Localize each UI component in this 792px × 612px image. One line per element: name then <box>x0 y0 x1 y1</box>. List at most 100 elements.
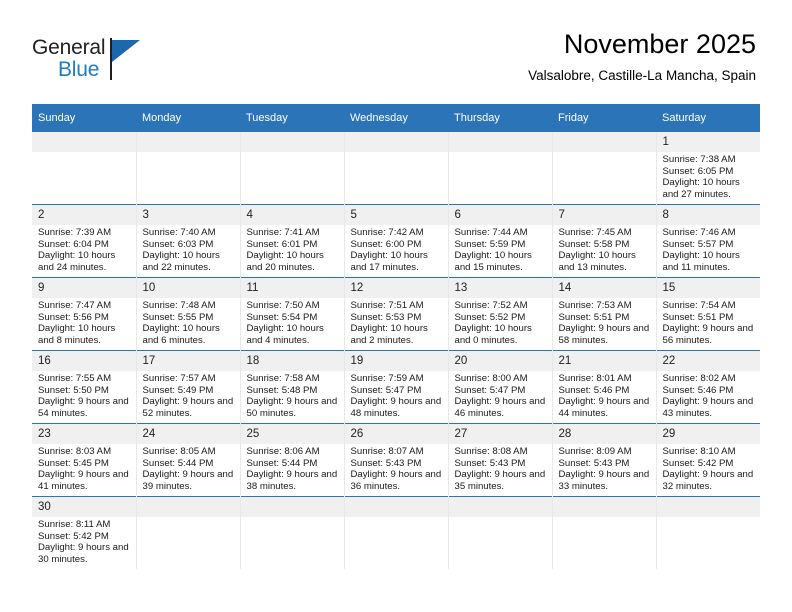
calendar-day-cell[interactable]: 18 Sunrise: 7:58 AM Sunset: 5:48 PM Dayligh… <box>240 350 345 424</box>
weekday-header-thursday: Thursday <box>448 104 552 132</box>
daylight-text: Daylight: 10 hours and 24 minutes. <box>38 250 116 273</box>
calendar-day-cell[interactable]: 17 Sunrise: 7:57 AM Sunset: 5:49 PM Dayligh… <box>136 350 241 424</box>
sunset-text: Sunset: 5:43 PM <box>454 457 526 469</box>
daylight-text: Daylight: 10 hours and 17 minutes. <box>350 250 428 273</box>
calendar-day-cell[interactable]: 19 Sunrise: 7:59 AM Sunset: 5:47 PM Dayligh… <box>344 350 449 424</box>
calendar-day-cell-empty <box>136 496 241 569</box>
calendar-day-cell[interactable]: 15 Sunrise: 7:54 AM Sunset: 5:51 PM Dayligh… <box>656 277 761 351</box>
weekday-header-saturday: Saturday <box>656 104 760 132</box>
calendar-day-cell-empty <box>656 496 760 569</box>
daylight-text: Daylight: 9 hours and 50 minutes. <box>246 396 338 419</box>
sunset-text: Sunset: 5:50 PM <box>38 384 109 396</box>
calendar-day-cell[interactable]: 14 Sunrise: 7:53 AM Sunset: 5:51 PM Dayligh… <box>552 277 657 351</box>
title-block: November 2025 Valsalobre, Castille-La Ma… <box>528 28 756 86</box>
daylight-text: Daylight: 10 hours and 11 minutes. <box>662 250 740 273</box>
calendar-week-row: 1 Sunrise: 7:38 AM Sunset: 6:05 PM Daylight… <box>32 132 760 205</box>
calendar-day-cell[interactable]: 25 Sunrise: 8:06 AM Sunset: 5:44 PM Dayligh… <box>240 423 345 497</box>
calendar-day-cell-empty <box>344 132 449 205</box>
day-details: Sunrise: 8:06 AM Sunset: 5:44 PM Daylight:… <box>241 444 344 492</box>
day-details: Sunrise: 8:03 AM Sunset: 5:45 PM Daylight:… <box>32 444 136 492</box>
day-details: Sunrise: 7:46 AM Sunset: 5:57 PM Daylight:… <box>657 225 761 273</box>
calendar-day-cell[interactable]: 6 Sunrise: 7:44 AM Sunset: 5:59 PM Daylight… <box>448 204 553 278</box>
calendar-day-cell[interactable]: 30 Sunrise: 8:11 AM Sunset: 5:42 PM Dayligh… <box>32 496 137 569</box>
day-details: Sunrise: 7:48 AM Sunset: 5:55 PM Daylight:… <box>137 298 240 346</box>
sunrise-text: Sunrise: 8:09 AM <box>558 446 632 457</box>
sunrise-text: Sunrise: 7:57 AM <box>142 373 216 384</box>
calendar-day-cell[interactable]: 24 Sunrise: 8:05 AM Sunset: 5:44 PM Dayligh… <box>136 423 241 497</box>
day-number <box>344 497 448 517</box>
day-details: Sunrise: 7:47 AM Sunset: 5:56 PM Daylight:… <box>32 298 136 346</box>
calendar-day-cell[interactable]: 27 Sunrise: 8:08 AM Sunset: 5:43 PM Dayligh… <box>448 423 553 497</box>
logo-text-general: General <box>32 36 106 59</box>
calendar-page: General Blue November 2025 Valsalobre, C… <box>0 0 792 612</box>
day-details: Sunrise: 7:52 AM Sunset: 5:52 PM Daylight:… <box>449 298 552 346</box>
calendar-day-cell[interactable]: 9 Sunrise: 7:47 AM Sunset: 5:56 PM Daylight… <box>32 277 137 351</box>
sunrise-text: Sunrise: 7:55 AM <box>38 373 112 384</box>
calendar-day-cell[interactable]: 10 Sunrise: 7:48 AM Sunset: 5:55 PM Dayligh… <box>136 277 241 351</box>
calendar-day-cell[interactable]: 11 Sunrise: 7:50 AM Sunset: 5:54 PM Dayligh… <box>240 277 345 351</box>
calendar-day-cell-empty <box>552 132 657 205</box>
day-details: Sunrise: 7:50 AM Sunset: 5:54 PM Daylight:… <box>241 298 344 346</box>
day-number: 28 <box>552 424 656 444</box>
sunrise-text: Sunrise: 7:52 AM <box>454 300 528 311</box>
calendar-day-cell[interactable]: 20 Sunrise: 8:00 AM Sunset: 5:47 PM Dayligh… <box>448 350 553 424</box>
day-number: 11 <box>240 278 344 298</box>
sunrise-text: Sunrise: 7:54 AM <box>662 300 736 311</box>
day-number: 24 <box>136 424 240 444</box>
sunset-text: Sunset: 5:55 PM <box>142 311 214 323</box>
calendar-day-cell[interactable]: 1 Sunrise: 7:38 AM Sunset: 6:05 PM Daylight… <box>656 132 760 205</box>
sunrise-text: Sunrise: 7:53 AM <box>558 300 632 311</box>
calendar-day-cell[interactable]: 12 Sunrise: 7:51 AM Sunset: 5:53 PM Dayligh… <box>344 277 449 351</box>
day-details: Sunrise: 7:39 AM Sunset: 6:04 PM Daylight:… <box>32 225 136 273</box>
daylight-text: Daylight: 9 hours and 43 minutes. <box>662 396 754 419</box>
sunset-text: Sunset: 5:48 PM <box>246 384 318 396</box>
calendar-day-cell[interactable]: 22 Sunrise: 8:02 AM Sunset: 5:46 PM Dayligh… <box>656 350 760 424</box>
calendar-day-cell[interactable]: 2 Sunrise: 7:39 AM Sunset: 6:04 PM Daylight… <box>32 204 137 278</box>
calendar-day-cell[interactable]: 3 Sunrise: 7:40 AM Sunset: 6:03 PM Daylight… <box>136 204 241 278</box>
sunset-text: Sunset: 6:00 PM <box>350 238 422 250</box>
calendar-day-cell-empty <box>240 496 345 569</box>
daylight-text: Daylight: 10 hours and 4 minutes. <box>246 323 324 346</box>
sunrise-text: Sunrise: 8:10 AM <box>662 446 736 457</box>
general-blue-logo[interactable]: General Blue <box>32 36 152 88</box>
weekday-header-wednesday: Wednesday <box>344 104 448 132</box>
calendar-day-cell[interactable]: 5 Sunrise: 7:42 AM Sunset: 6:00 PM Daylight… <box>344 204 449 278</box>
day-number: 5 <box>344 205 448 225</box>
sunrise-text: Sunrise: 7:40 AM <box>142 227 216 238</box>
day-number <box>136 497 240 517</box>
daylight-text: Daylight: 10 hours and 8 minutes. <box>38 323 116 346</box>
weekday-header-friday: Friday <box>552 104 656 132</box>
calendar-header-row: Sunday Monday Tuesday Wednesday Thursday… <box>32 104 760 132</box>
logo-text-blue: Blue <box>58 58 100 81</box>
day-number: 13 <box>448 278 552 298</box>
day-details: Sunrise: 7:41 AM Sunset: 6:01 PM Daylight:… <box>241 225 344 273</box>
sunrise-text: Sunrise: 7:51 AM <box>350 300 424 311</box>
day-number: 29 <box>656 424 760 444</box>
day-details: Sunrise: 8:07 AM Sunset: 5:43 PM Daylight:… <box>345 444 448 492</box>
calendar-day-cell[interactable]: 16 Sunrise: 7:55 AM Sunset: 5:50 PM Dayligh… <box>32 350 137 424</box>
calendar-day-cell[interactable]: 13 Sunrise: 7:52 AM Sunset: 5:52 PM Dayligh… <box>448 277 553 351</box>
calendar-day-cell[interactable]: 29 Sunrise: 8:10 AM Sunset: 5:42 PM Dayligh… <box>656 423 761 497</box>
day-details: Sunrise: 8:10 AM Sunset: 5:42 PM Daylight:… <box>657 444 761 492</box>
sunset-text: Sunset: 6:05 PM <box>662 165 734 177</box>
calendar-day-cell[interactable]: 28 Sunrise: 8:09 AM Sunset: 5:43 PM Dayligh… <box>552 423 657 497</box>
day-number <box>136 132 240 152</box>
calendar-day-cell[interactable]: 23 Sunrise: 8:03 AM Sunset: 5:45 PM Dayligh… <box>32 423 137 497</box>
calendar-day-cell[interactable]: 7 Sunrise: 7:45 AM Sunset: 5:58 PM Daylight… <box>552 204 657 278</box>
calendar-day-cell[interactable]: 8 Sunrise: 7:46 AM Sunset: 5:57 PM Daylight… <box>656 204 761 278</box>
sunset-text: Sunset: 5:46 PM <box>662 384 734 396</box>
day-details: Sunrise: 7:54 AM Sunset: 5:51 PM Daylight:… <box>657 298 761 346</box>
daylight-text: Daylight: 10 hours and 6 minutes. <box>142 323 220 346</box>
sunset-text: Sunset: 5:42 PM <box>38 530 109 542</box>
calendar-day-cell[interactable]: 26 Sunrise: 8:07 AM Sunset: 5:43 PM Dayligh… <box>344 423 449 497</box>
sunset-text: Sunset: 5:58 PM <box>558 238 630 250</box>
day-details: Sunrise: 7:57 AM Sunset: 5:49 PM Daylight:… <box>137 371 240 419</box>
calendar-week-row: 16 Sunrise: 7:55 AM Sunset: 5:50 PM Dayligh… <box>32 350 760 424</box>
day-number: 2 <box>32 205 136 225</box>
day-number <box>552 497 656 517</box>
sunset-text: Sunset: 5:51 PM <box>558 311 630 323</box>
calendar-day-cell[interactable]: 4 Sunrise: 7:41 AM Sunset: 6:01 PM Daylight… <box>240 204 345 278</box>
sunrise-text: Sunrise: 8:07 AM <box>350 446 424 457</box>
calendar-day-cell[interactable]: 21 Sunrise: 8:01 AM Sunset: 5:46 PM Dayligh… <box>552 350 657 424</box>
location-subtitle: Valsalobre, Castille-La Mancha, Spain <box>528 68 756 83</box>
